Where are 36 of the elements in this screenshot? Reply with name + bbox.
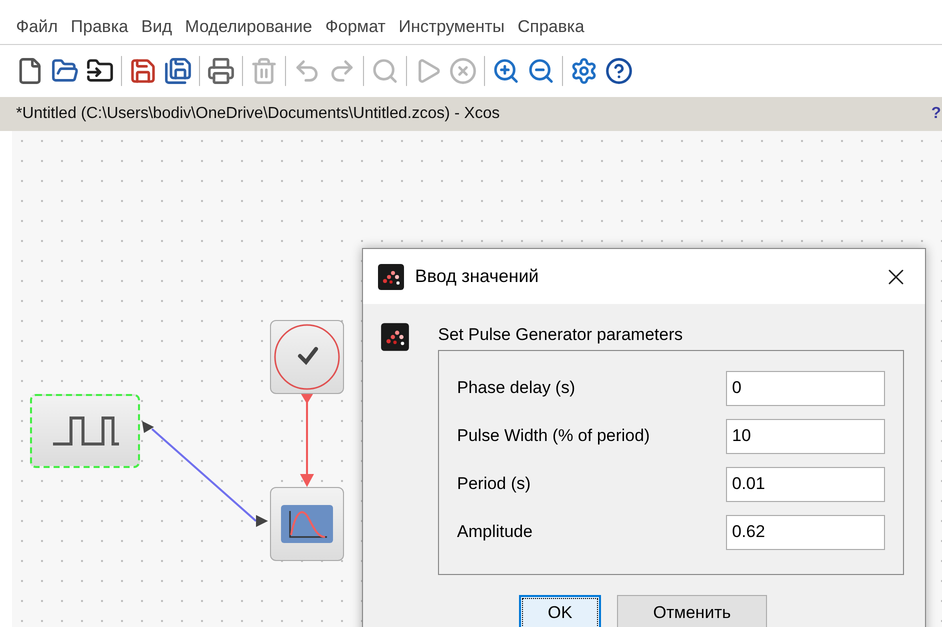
scope-icon (281, 505, 333, 543)
dialog-button[interactable]: Отменить (617, 594, 767, 627)
menu-item[interactable]: Справка (518, 14, 584, 39)
dialog-heading: Set Pulse Generator parameters (438, 324, 684, 346)
field-label: Phase delay (s) (457, 377, 576, 400)
settings-icon[interactable] (570, 57, 598, 85)
menu-item[interactable]: Моделирование (185, 14, 312, 39)
app-icon (380, 322, 410, 352)
zoom-out-icon[interactable] (527, 57, 555, 85)
field-label: Amplitude (457, 521, 533, 544)
zoom-in-icon[interactable] (492, 57, 520, 85)
help-link[interactable]: ? (931, 102, 942, 126)
save-icon[interactable] (129, 57, 157, 85)
scope-block[interactable] (270, 487, 344, 561)
clock-block[interactable] (270, 320, 344, 394)
clock-icon (273, 323, 341, 391)
document-title: *Untitled (C:\Users\bodiv\OneDrive\Documents\Untitled.zcos) - Xcos (16, 104, 500, 124)
field-label: Period (s) (457, 473, 531, 496)
menu-item[interactable]: Инструменты (398, 14, 505, 39)
save-all-icon[interactable] (164, 57, 192, 85)
dialog-button[interactable]: OK (519, 594, 601, 627)
pulse-wave-icon (51, 414, 119, 448)
menu-item[interactable]: Файл (16, 14, 58, 39)
parameter-input[interactable]: 0.62 (726, 514, 885, 550)
app-icon (377, 262, 405, 290)
pulse-block[interactable] (30, 394, 140, 468)
parameter-input[interactable]: 0.01 (726, 466, 885, 502)
parameter-input[interactable]: 10 (726, 418, 885, 454)
help-icon[interactable] (605, 57, 633, 85)
dialog-title: Ввод значений (415, 265, 540, 288)
field-label: Pulse Width (% of period) (457, 425, 650, 448)
menu-item[interactable]: Формат (325, 14, 386, 39)
menu-item[interactable]: Вид (141, 14, 172, 39)
parameter-input[interactable]: 0 (726, 370, 885, 406)
menu-item[interactable]: Правка (70, 14, 128, 39)
printer-icon[interactable] (207, 57, 235, 85)
